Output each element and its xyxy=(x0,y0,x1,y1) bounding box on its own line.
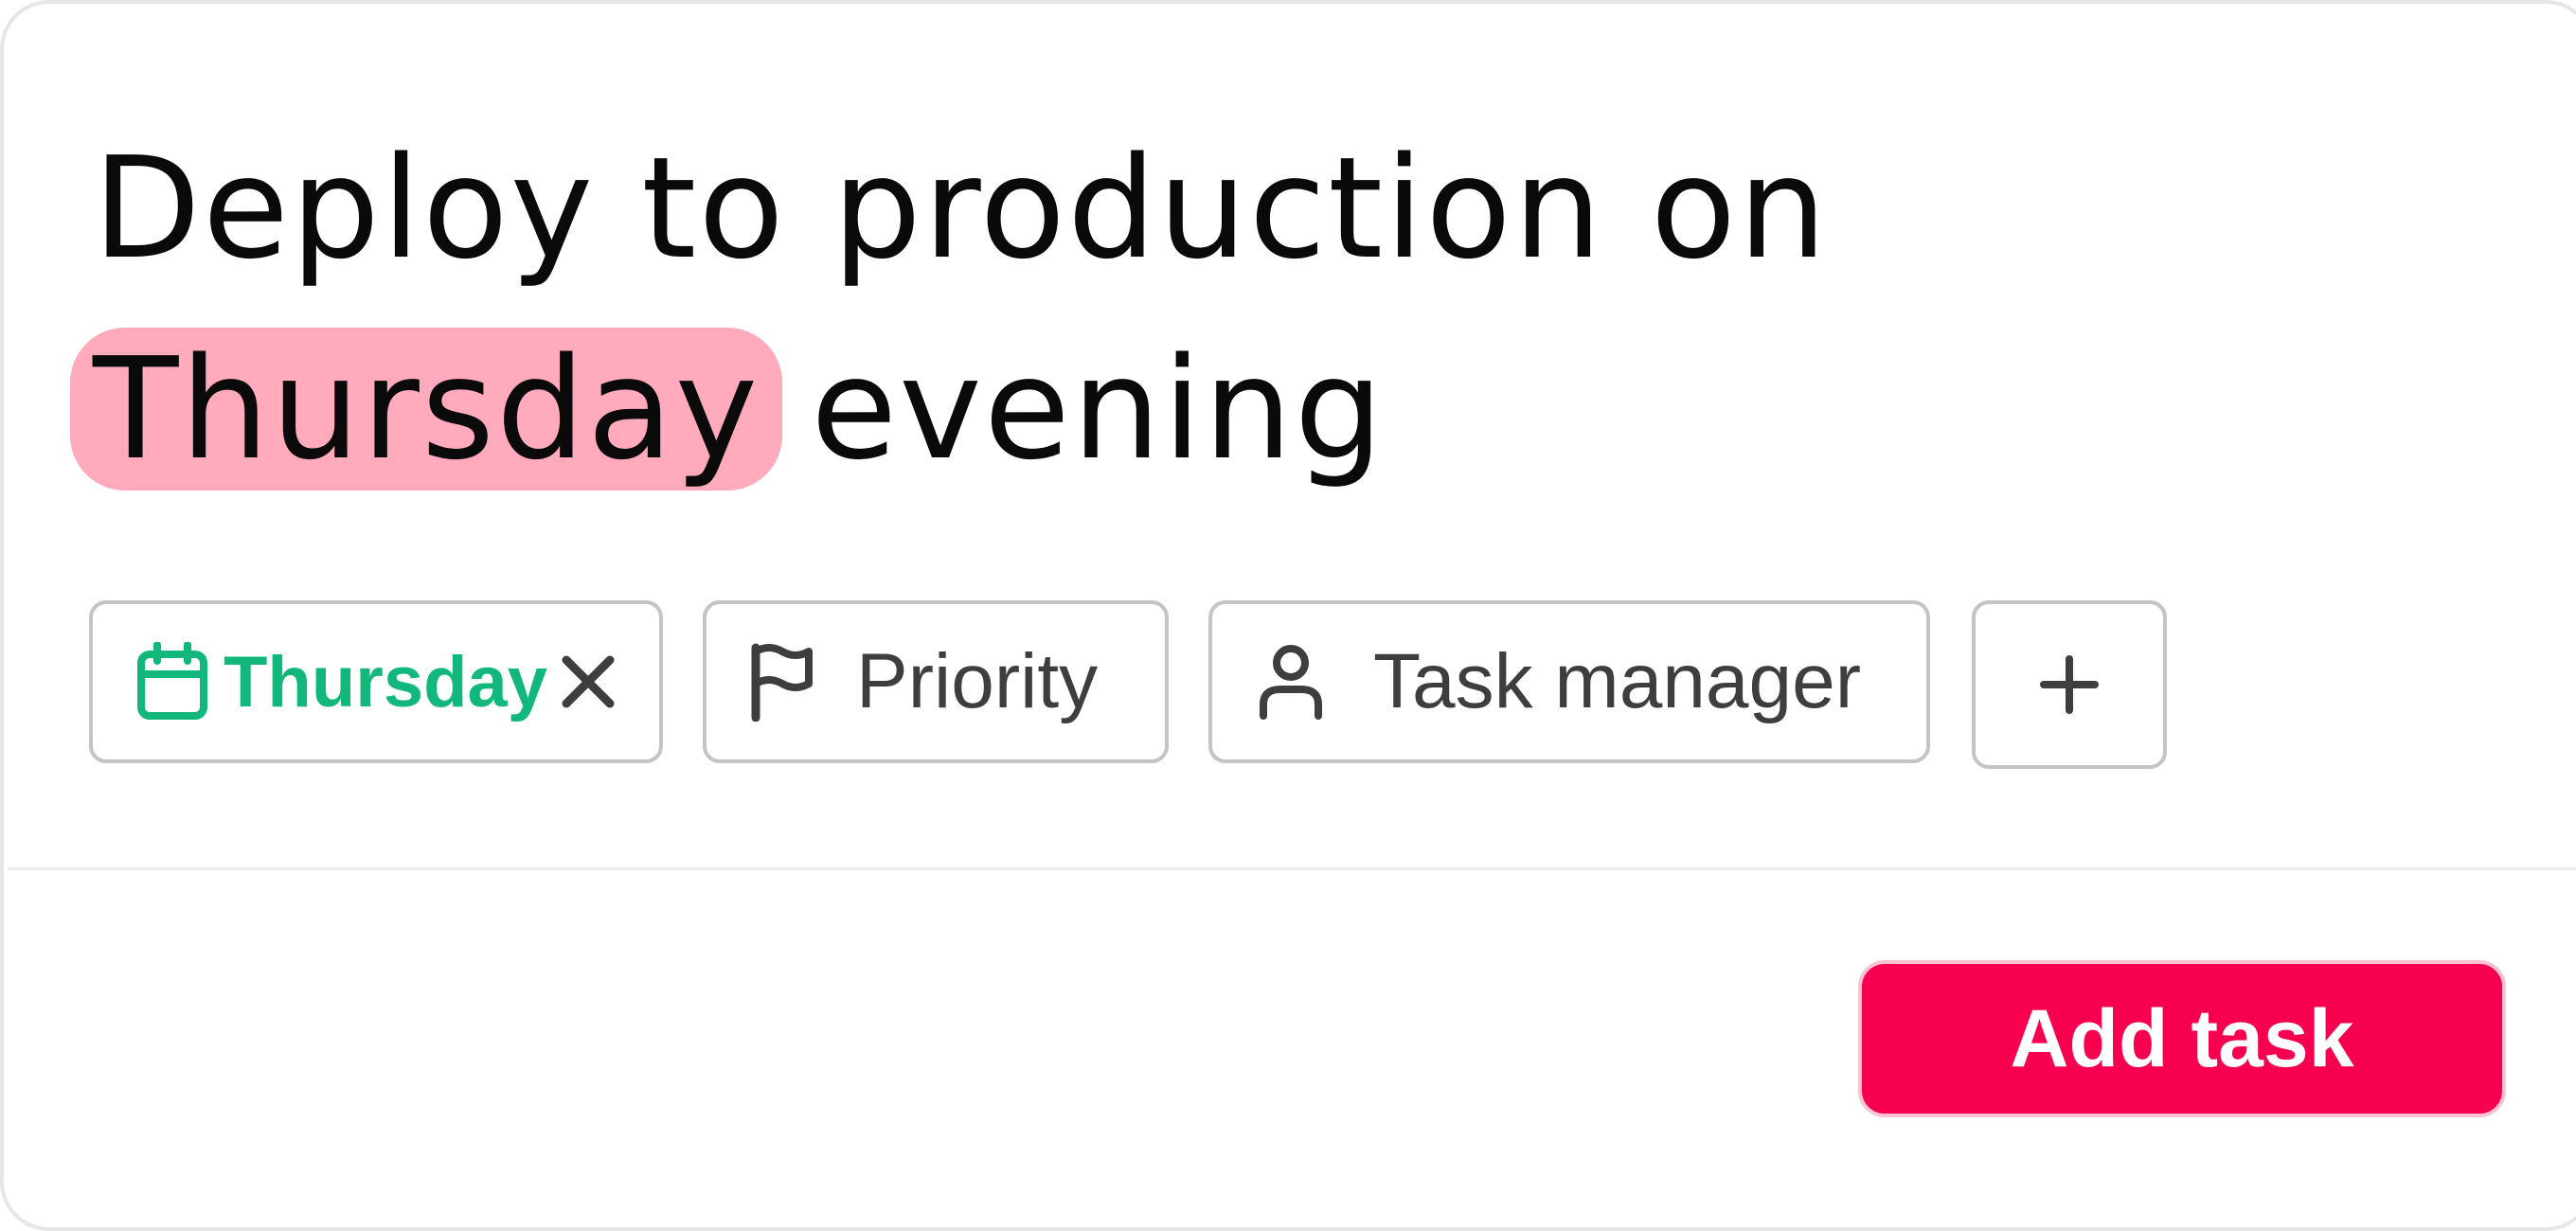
footer-divider xyxy=(8,867,2576,870)
task-title-input[interactable]: Deploy to production on Thursday evening xyxy=(70,108,2176,509)
close-icon[interactable] xyxy=(561,654,616,709)
more-options-button[interactable] xyxy=(1972,600,2167,769)
assignee-chip[interactable]: Task manager xyxy=(1208,600,1930,763)
calendar-icon xyxy=(136,642,208,722)
due-date-chip[interactable]: Thursday xyxy=(89,600,663,763)
priority-chip[interactable]: Priority xyxy=(703,600,1169,763)
plus-icon xyxy=(2040,655,2099,714)
add-task-button[interactable]: Add task xyxy=(1858,960,2506,1117)
priority-label: Priority xyxy=(856,638,1099,724)
person-icon xyxy=(1258,644,1324,720)
flag-icon xyxy=(748,642,816,722)
task-composer-card: Deploy to production on Thursday evening T… xyxy=(0,0,2576,1231)
task-title-text: Deploy to production on xyxy=(93,127,1829,290)
assignee-label: Task manager xyxy=(1373,638,1862,724)
task-title-text-end: evening xyxy=(811,328,1386,491)
due-date-label: Thursday xyxy=(224,641,548,723)
date-token-highlight[interactable]: Thursday xyxy=(70,328,783,491)
